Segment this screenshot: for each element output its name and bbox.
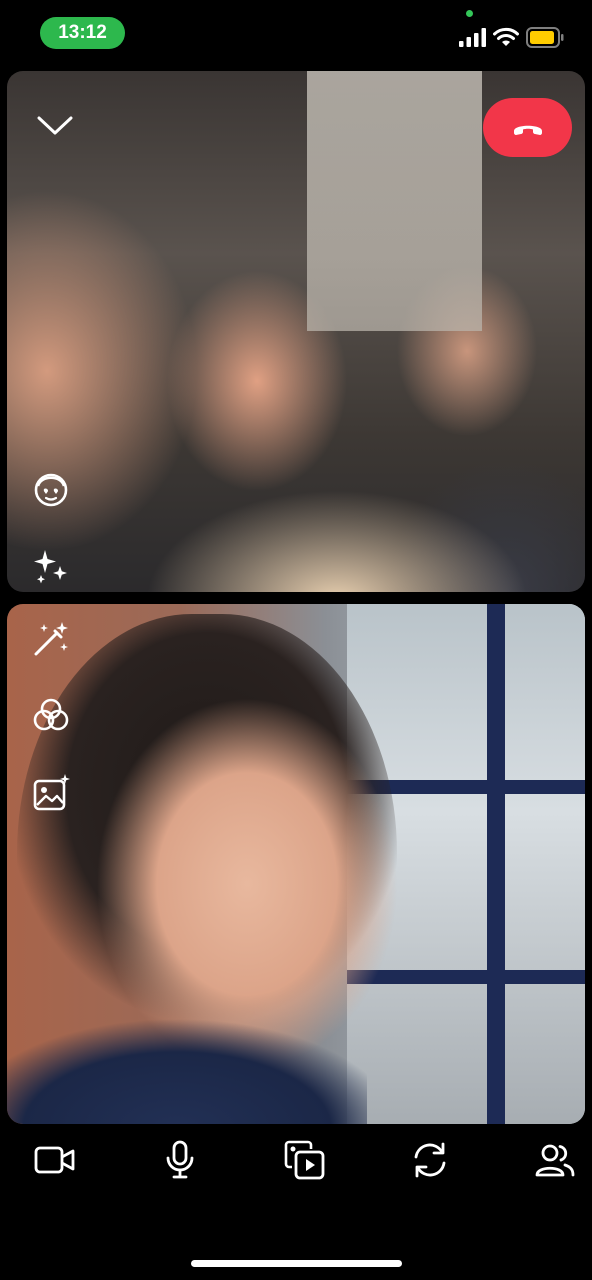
microphone-toggle-button[interactable] [156,1136,204,1184]
home-indicator[interactable] [191,1260,402,1267]
call-toolbar [0,1130,592,1190]
end-call-button[interactable] [483,98,572,157]
status-bar: 13:12 [0,0,592,64]
color-filter-button[interactable] [29,693,73,737]
video-camera-icon [34,1146,75,1174]
flip-camera-icon [414,1142,446,1178]
color-filter-icon [33,698,69,731]
wifi-icon [493,27,519,46]
collapse-button[interactable] [34,109,76,143]
battery-icon [526,27,564,48]
phone-hangup-icon [513,125,542,135]
magic-wand-icon [34,622,68,656]
sparkles-icon [34,550,67,584]
privacy-indicator-dot [466,10,473,17]
signal-icon [459,28,486,47]
media-share-icon [284,1140,325,1180]
flip-camera-button[interactable] [406,1136,454,1184]
participants-button[interactable] [531,1136,579,1184]
status-time[interactable]: 13:12 [40,17,125,49]
magic-wand-button[interactable] [29,617,73,661]
camera-toggle-button[interactable] [31,1136,79,1184]
collapse-chevron-icon [37,116,73,135]
sparkles-button[interactable] [28,543,74,589]
self-video-feed[interactable] [7,604,585,1124]
participants-icon [535,1144,575,1177]
microphone-icon [166,1140,194,1179]
lens-face-icon [34,473,68,507]
participant-shirt [7,1019,367,1124]
background-wall [307,71,482,331]
media-share-button[interactable] [281,1136,329,1184]
background-image-icon [33,774,70,811]
background-button[interactable] [28,770,74,816]
lens-face-button[interactable] [28,466,74,512]
